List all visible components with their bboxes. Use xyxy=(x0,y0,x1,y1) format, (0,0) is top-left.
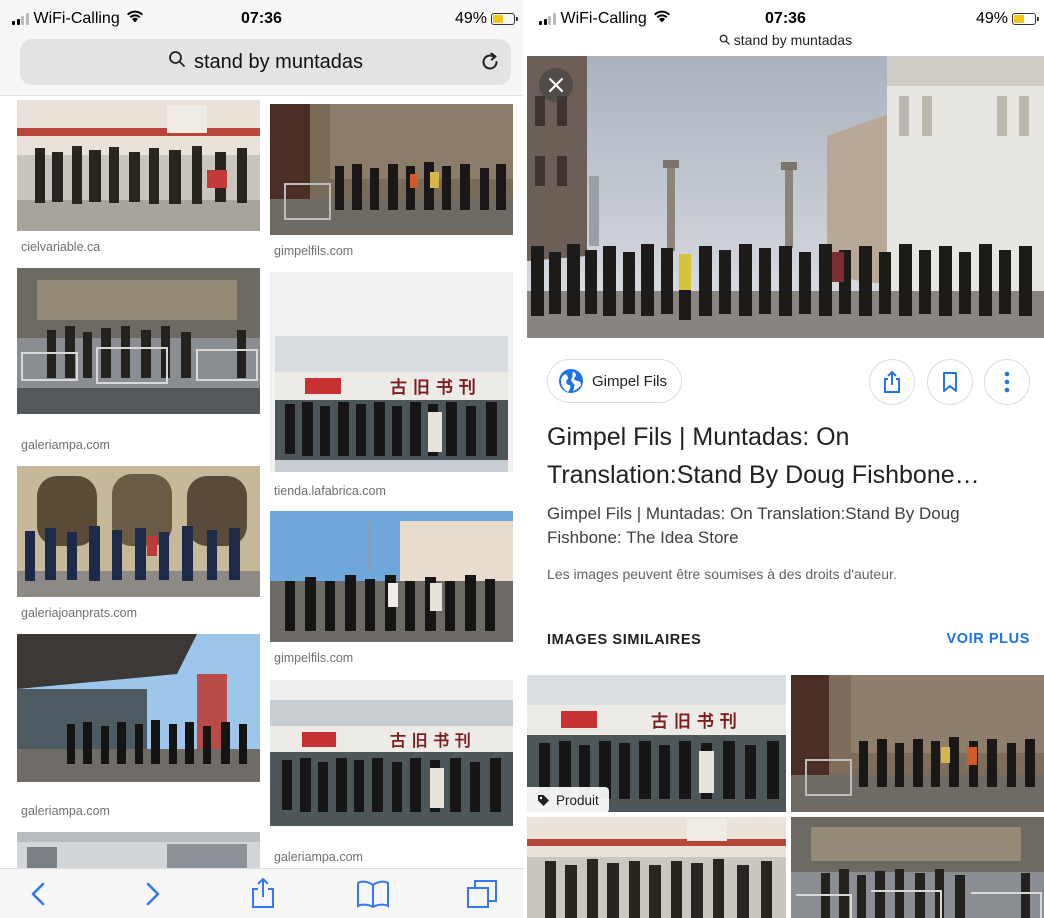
battery-percent: 49% xyxy=(454,10,487,27)
result-image: 古 旧 书 刊 xyxy=(270,680,513,826)
result-tile[interactable] xyxy=(17,832,260,872)
result-image xyxy=(270,511,513,642)
tabs-icon[interactable] xyxy=(466,879,498,914)
result-tile[interactable]: gimpelfils.com xyxy=(270,511,513,671)
see-more-link[interactable]: VOIR PLUS xyxy=(946,631,1030,647)
result-image xyxy=(270,104,513,235)
address-bar-container: stand by muntadas xyxy=(0,32,523,96)
chevron-left-icon[interactable] xyxy=(28,881,50,912)
more-options-button[interactable] xyxy=(984,359,1030,405)
result-source: gimpelfils.com xyxy=(274,651,354,665)
battery-percent: 49% xyxy=(975,10,1008,27)
share-icon[interactable] xyxy=(250,877,276,914)
result-image xyxy=(17,100,260,231)
safari-results-panel: WiFi-Calling 07:36 49% stand by muntadas xyxy=(0,0,523,918)
battery-icon xyxy=(1012,13,1039,25)
result-source: galeriajoanprats.com xyxy=(21,606,138,620)
result-source: galeriampa.com xyxy=(21,804,110,818)
site-chip[interactable]: Gimpel Fils xyxy=(547,359,683,403)
signal-icon xyxy=(539,13,556,25)
chevron-right-icon[interactable] xyxy=(141,881,163,912)
similar-image[interactable] xyxy=(527,817,786,918)
result-title[interactable]: Gimpel Fils | Muntadas: On Translation:S… xyxy=(547,418,1017,494)
result-description: Gimpel Fils | Muntadas: On Translation:S… xyxy=(547,504,960,547)
result-image xyxy=(17,634,260,782)
share-icon xyxy=(884,371,900,393)
tag-icon xyxy=(537,794,550,807)
copyright-notice: Les images peuvent être soumises à des d… xyxy=(547,566,897,582)
battery-icon xyxy=(491,13,518,25)
share-button[interactable] xyxy=(869,359,915,405)
globe-icon xyxy=(558,368,584,394)
signal-icon xyxy=(12,13,29,25)
bookmark-icon xyxy=(943,372,957,392)
result-source: galeriampa.com xyxy=(274,850,363,864)
browser-toolbar xyxy=(0,868,523,918)
search-label[interactable]: stand by muntadas xyxy=(527,32,1044,48)
battery: 49% xyxy=(454,10,518,28)
image-detail-panel: WiFi-Calling 07:36 49% stand by muntadas xyxy=(527,0,1044,918)
result-tile[interactable]: galeriampa.com xyxy=(17,268,260,456)
search-icon xyxy=(168,50,186,74)
battery-fill xyxy=(493,15,503,23)
wifi-icon xyxy=(126,10,144,28)
result-tile[interactable]: galeriajoanprats.com xyxy=(17,466,260,626)
search-icon xyxy=(719,34,730,45)
result-tile[interactable]: gimpelfils.com xyxy=(270,104,513,264)
result-tile[interactable]: 古 旧 书 刊 tienda.lafabrica.com xyxy=(270,272,513,502)
result-tile[interactable]: cielvariable.ca xyxy=(17,100,260,260)
photo-sign-text: 古 旧 书 刊 xyxy=(390,731,471,750)
book-icon[interactable] xyxy=(356,880,390,913)
product-badge-label: Produit xyxy=(556,792,599,808)
carrier-label: WiFi-Calling xyxy=(33,10,120,27)
result-image xyxy=(17,466,260,597)
result-source: cielvariable.ca xyxy=(21,240,101,254)
address-bar[interactable]: stand by muntadas xyxy=(20,39,511,85)
site-name: Gimpel Fils xyxy=(592,372,668,390)
wifi-icon xyxy=(653,10,671,28)
similar-image[interactable] xyxy=(791,817,1044,918)
photo-sign-text: 古 旧 书 刊 xyxy=(651,711,737,732)
save-button[interactable] xyxy=(927,359,973,405)
more-vertical-icon xyxy=(1004,371,1010,393)
address-bar-query: stand by muntadas xyxy=(194,50,363,73)
carrier: WiFi-Calling xyxy=(539,10,671,28)
result-source: tienda.lafabrica.com xyxy=(274,484,386,498)
result-source: galeriampa.com xyxy=(21,438,110,452)
preview-image[interactable] xyxy=(527,56,1044,338)
result-tile[interactable]: 古 旧 书 刊 galeriampa.com xyxy=(270,680,513,868)
product-badge: Produit xyxy=(527,787,609,813)
similar-image[interactable] xyxy=(791,675,1044,812)
result-source: gimpelfils.com xyxy=(274,244,354,258)
similar-images-heading: IMAGES SIMILAIRES xyxy=(547,632,702,648)
close-button[interactable] xyxy=(539,68,573,102)
close-icon xyxy=(548,77,564,93)
carrier: WiFi-Calling xyxy=(12,10,144,28)
result-image: 古 旧 书 刊 xyxy=(270,272,513,472)
search-query: stand by muntadas xyxy=(733,32,853,48)
battery-fill xyxy=(1014,15,1024,23)
carrier-label: WiFi-Calling xyxy=(560,10,647,27)
result-image xyxy=(17,832,260,872)
battery: 49% xyxy=(975,10,1039,28)
result-image xyxy=(17,268,260,414)
reload-icon[interactable] xyxy=(479,51,501,79)
photo-sign-text: 古 旧 书 刊 xyxy=(390,377,476,398)
result-tile[interactable]: galeriampa.com xyxy=(17,634,260,822)
